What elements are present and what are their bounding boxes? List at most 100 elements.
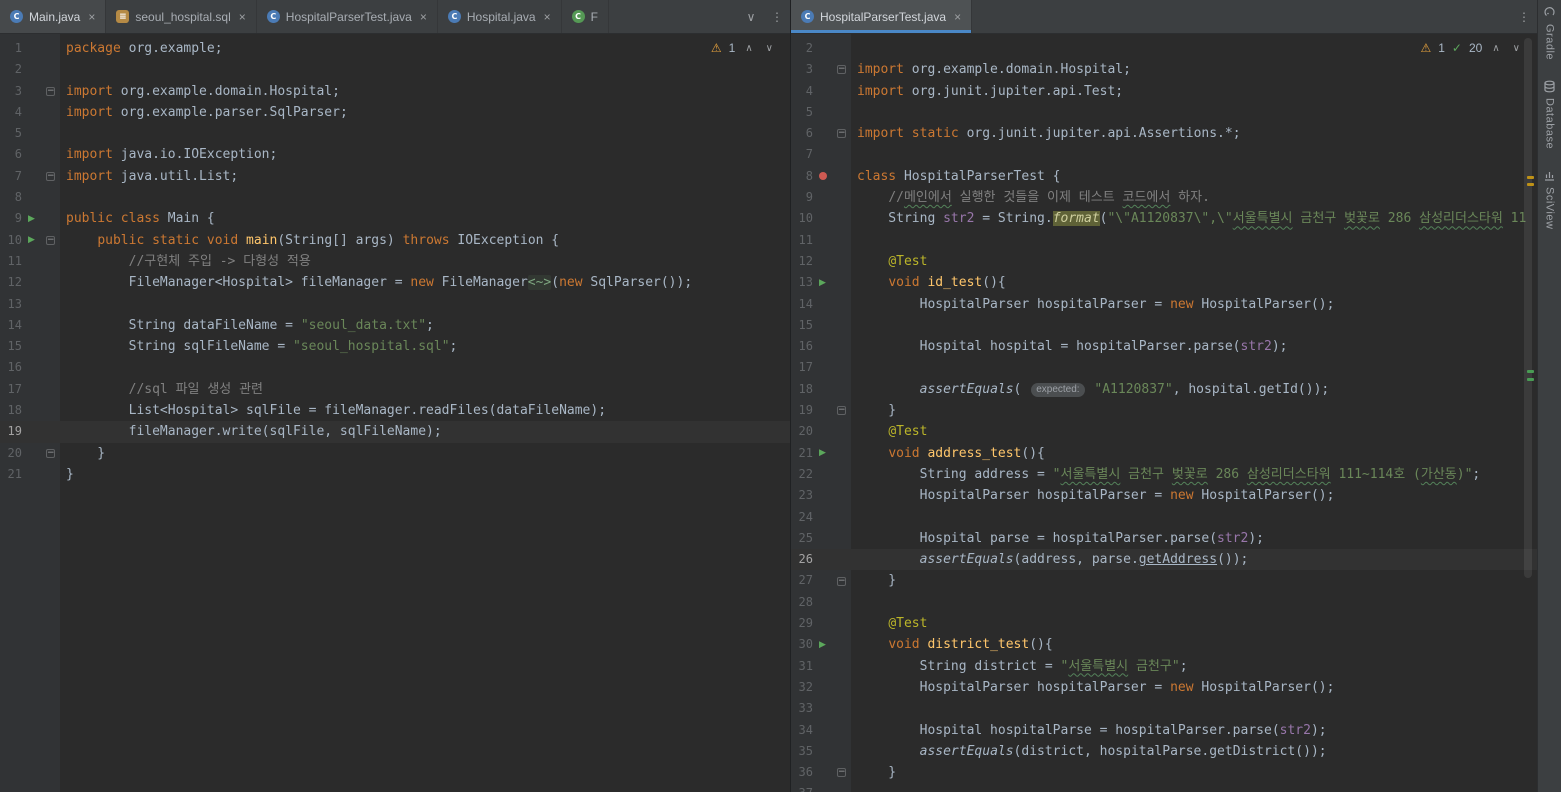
line-number[interactable]: 21 (791, 443, 813, 464)
code-text[interactable] (851, 783, 1537, 792)
error-stripe-mark[interactable] (1527, 370, 1534, 373)
code-line[interactable]: 29 @Test (791, 613, 1537, 634)
line-number[interactable]: 15 (0, 336, 22, 357)
fold-marker-icon[interactable] (41, 230, 60, 251)
code-text[interactable]: String str2 = String.format("\"A1120837\… (851, 208, 1537, 229)
code-text[interactable] (60, 294, 790, 315)
line-number[interactable]: 4 (791, 81, 813, 102)
line-number[interactable]: 19 (0, 421, 22, 442)
code-line[interactable]: 7import java.util.List; (0, 166, 790, 187)
fold-marker-icon[interactable] (832, 59, 851, 80)
fold-marker-icon[interactable] (832, 570, 851, 591)
tab-seoul-hospital-sql[interactable]: ≡seoul_hospital.sql× (106, 0, 256, 33)
code-line[interactable]: 9▶public class Main { (0, 208, 790, 229)
line-number[interactable]: 11 (0, 251, 22, 272)
code-text[interactable]: @Test (851, 421, 1537, 442)
code-line[interactable]: 22 String address = "서울특별시 금천구 벚꽃로 286 삼… (791, 464, 1537, 485)
code-text[interactable] (851, 315, 1537, 336)
code-text[interactable]: Hospital hospitalParse = hospitalParser.… (851, 720, 1537, 741)
code-line[interactable]: 20 } (0, 443, 790, 464)
code-text[interactable] (851, 230, 1537, 251)
code-line[interactable]: 33 (791, 698, 1537, 719)
prev-problem-button[interactable]: ∧ (1489, 43, 1502, 54)
line-number[interactable]: 5 (791, 102, 813, 123)
warning-count[interactable]: 1 (1438, 41, 1445, 55)
line-number[interactable]: 17 (791, 357, 813, 378)
line-number[interactable]: 35 (791, 741, 813, 762)
code-text[interactable]: import static org.junit.jupiter.api.Asse… (851, 123, 1537, 144)
left-editor[interactable]: 1package org.example;23import org.exampl… (0, 34, 790, 792)
code-text[interactable]: } (851, 570, 1537, 591)
line-number[interactable]: 32 (791, 677, 813, 698)
code-line[interactable]: 1package org.example; (0, 38, 790, 59)
line-number[interactable]: 31 (791, 656, 813, 677)
line-number[interactable]: 29 (791, 613, 813, 634)
code-text[interactable]: assertEquals(address, parse.getAddress()… (851, 549, 1537, 570)
code-text[interactable] (60, 123, 790, 144)
fold-marker-icon[interactable] (41, 81, 60, 102)
line-number[interactable]: 8 (0, 187, 22, 208)
warning-count[interactable]: 1 (729, 41, 736, 55)
code-line[interactable]: 2 (0, 59, 790, 80)
code-text[interactable]: assertEquals( expected: "A1120837", hosp… (851, 379, 1537, 400)
tab-hospital-java[interactable]: CHospital.java× (438, 0, 562, 33)
code-text[interactable] (60, 357, 790, 378)
code-text[interactable]: fileManager.write(sqlFile, sqlFileName); (60, 421, 790, 442)
tab-hospitalparsertest-java[interactable]: CHospitalParserTest.java× (791, 0, 972, 33)
error-stripe-mark[interactable] (1527, 183, 1534, 186)
code-text[interactable]: } (60, 464, 790, 485)
code-line[interactable]: 7 (791, 144, 1537, 165)
code-text[interactable]: Hospital hospital = hospitalParser.parse… (851, 336, 1537, 357)
tab-close-icon[interactable]: × (544, 10, 551, 24)
right-editor[interactable]: 23import org.example.domain.Hospital;4im… (791, 34, 1537, 792)
code-line[interactable]: 23 HospitalParser hospitalParser = new H… (791, 485, 1537, 506)
code-line[interactable]: 37 (791, 783, 1537, 792)
line-number[interactable]: 14 (791, 294, 813, 315)
code-line[interactable]: 25 Hospital parse = hospitalParser.parse… (791, 528, 1537, 549)
line-number[interactable]: 20 (791, 421, 813, 442)
run-test-icon[interactable]: ▶ (813, 272, 832, 293)
line-number[interactable]: 22 (791, 464, 813, 485)
code-line[interactable]: 35 assertEquals(district, hospitalParse.… (791, 741, 1537, 762)
code-line[interactable]: 11 (791, 230, 1537, 251)
code-line[interactable]: 5 (0, 123, 790, 144)
line-number[interactable]: 28 (791, 592, 813, 613)
line-number[interactable]: 27 (791, 570, 813, 591)
code-text[interactable] (851, 698, 1537, 719)
line-number[interactable]: 10 (791, 208, 813, 229)
line-number[interactable]: 19 (791, 400, 813, 421)
code-line[interactable]: 11 //구현체 주입 -> 다형성 적용 (0, 251, 790, 272)
tool-stripe-database[interactable]: Database (1543, 80, 1556, 149)
line-number[interactable]: 24 (791, 507, 813, 528)
code-text[interactable]: //sql 파일 생성 관련 (60, 379, 790, 400)
code-text[interactable]: @Test (851, 613, 1537, 634)
line-number[interactable]: 18 (0, 400, 22, 421)
run-class-icon[interactable] (813, 166, 832, 187)
line-number[interactable]: 15 (791, 315, 813, 336)
fold-marker-icon[interactable] (832, 762, 851, 783)
line-number[interactable]: 14 (0, 315, 22, 336)
line-number[interactable]: 9 (791, 187, 813, 208)
code-line[interactable]: 34 Hospital hospitalParse = hospitalPars… (791, 720, 1537, 741)
code-text[interactable]: void district_test(){ (851, 634, 1537, 655)
code-line[interactable]: 19 } (791, 400, 1537, 421)
line-number[interactable]: 10 (0, 230, 22, 251)
line-number[interactable]: 26 (791, 549, 813, 570)
line-number[interactable]: 7 (791, 144, 813, 165)
code-line[interactable]: 3import org.example.domain.Hospital; (0, 81, 790, 102)
code-line[interactable]: 9 //메인에서 실행한 것들을 이제 테스트 코드에서 하자. (791, 187, 1537, 208)
code-text[interactable] (851, 592, 1537, 613)
code-text[interactable]: } (851, 762, 1537, 783)
code-text[interactable] (60, 187, 790, 208)
line-number[interactable]: 30 (791, 634, 813, 655)
code-line[interactable]: 26 assertEquals(address, parse.getAddres… (791, 549, 1537, 570)
tab-f[interactable]: CF (562, 0, 609, 33)
line-number[interactable]: 34 (791, 720, 813, 741)
error-stripe-mark[interactable] (1527, 176, 1534, 179)
line-number[interactable]: 12 (0, 272, 22, 293)
fold-marker-icon[interactable] (41, 166, 60, 187)
code-text[interactable]: @Test (851, 251, 1537, 272)
tab-close-icon[interactable]: × (954, 10, 961, 24)
tab-options-kebab-icon[interactable]: ⋮ (764, 0, 790, 33)
code-text[interactable]: String address = "서울특별시 금천구 벚꽃로 286 삼성리더… (851, 464, 1537, 485)
